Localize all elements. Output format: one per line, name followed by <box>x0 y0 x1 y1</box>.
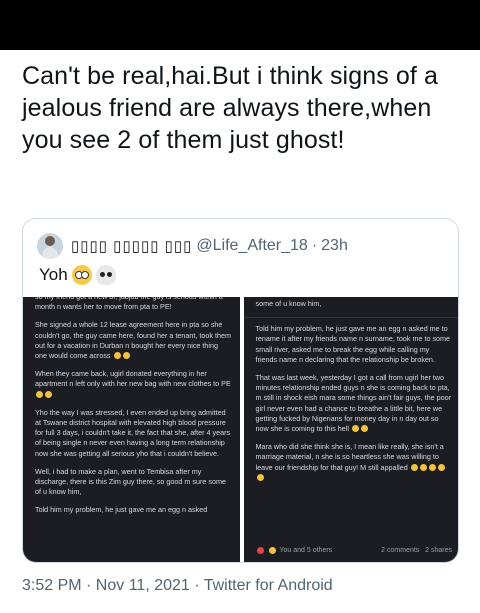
screenshot-left[interactable]: so my friend got a new bf, jabjab the gu… <box>23 297 240 562</box>
left-paragraph: Yho the way I was stressed, I even ended… <box>35 407 231 458</box>
avatar[interactable] <box>37 233 63 259</box>
shares-count: 2 shares <box>425 546 452 554</box>
screenshot-right[interactable]: some of u know him, Told him my problem,… <box>243 297 458 562</box>
separator-dot: · <box>311 237 318 254</box>
left-paragraph: Told him my problem, he just gave me an … <box>35 505 208 515</box>
screenshot-left-text: so my friend got a new bf, jabjab the gu… <box>35 297 232 524</box>
skull-icon <box>95 265 116 285</box>
quoted-handle[interactable]: @Life_After_18 <box>196 237 307 255</box>
comments-shares: 2 comments 2 shares <box>381 546 452 556</box>
divider <box>243 317 458 319</box>
right-paragraph: That was last week, yesterday I got a ca… <box>255 373 452 434</box>
left-paragraph: When they came back, ugirl donated every… <box>35 369 232 400</box>
tweet-timestamp[interactable]: 3:52 PM · Nov 11, 2021 · Twitter for And… <box>22 577 333 595</box>
quoted-tweet-text: Yoh <box>39 265 116 285</box>
screenshot-right-text: some of u know him, Told him my problem,… <box>243 299 458 491</box>
emoji-icon <box>351 425 359 433</box>
emoji-icon <box>437 463 445 471</box>
quoted-tweet-card[interactable]: ▯▯▯▯ ▯▯▯▯▯ ▯▯▯ @Life_After_18 · 23h Yoh … <box>22 218 459 563</box>
quoted-text-label: Yoh <box>39 265 68 284</box>
right-paragraph: Mara who did she think she is, I mean li… <box>256 442 453 483</box>
right-top-line: some of u know him, <box>255 299 322 308</box>
emoji-icon <box>410 463 418 471</box>
emoji-icon <box>428 463 436 471</box>
emoji-icon <box>122 352 130 360</box>
left-paragraph: Well, i had to make a plan, went to Temb… <box>35 466 226 497</box>
reactions-summary: You and 5 others <box>256 546 333 556</box>
reactions-count: You and 5 others <box>279 546 333 554</box>
tweet-text: Can't be real,hai.But i think signs of a… <box>22 62 438 154</box>
status-bar <box>0 0 480 50</box>
emoji-icon <box>36 390 43 398</box>
emoji-icon <box>419 463 427 471</box>
flushed-face-icon <box>71 265 92 285</box>
comments-count: 2 comments <box>381 546 420 554</box>
emoji-icon <box>256 473 264 481</box>
left-paragraph: She signed a whole 12 lease agreement he… <box>35 320 231 361</box>
left-paragraph: so my friend got a new bf, jabjab the gu… <box>35 297 223 312</box>
heart-reaction-icon <box>256 547 264 555</box>
emoji-icon <box>113 352 121 360</box>
laugh-reaction-icon <box>268 547 276 555</box>
emoji-icon <box>360 425 368 433</box>
quoted-tweet-header: ▯▯▯▯ ▯▯▯▯▯ ▯▯▯ @Life_After_18 · 23h <box>37 231 348 261</box>
quoted-time[interactable]: 23h <box>321 237 348 255</box>
quoted-display-name[interactable]: ▯▯▯▯ ▯▯▯▯▯ ▯▯▯ <box>71 237 192 255</box>
emoji-icon <box>45 390 52 398</box>
right-paragraph: Told him my problem, he just gave me an … <box>255 324 451 364</box>
reactions-bar: You and 5 others 2 comments 2 shares <box>256 546 452 556</box>
quoted-media-grid[interactable]: so my friend got a new bf, jabjab the gu… <box>23 297 458 562</box>
